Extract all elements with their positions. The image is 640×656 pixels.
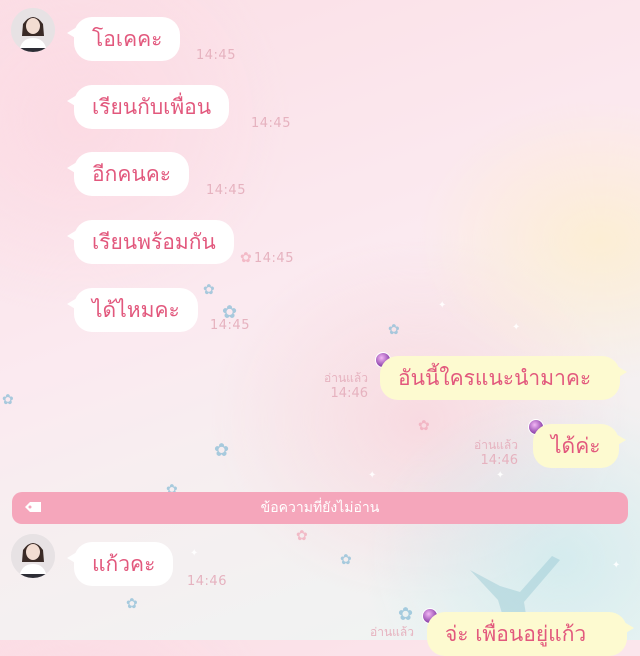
message-text: เรียนพร้อมกัน	[92, 230, 216, 254]
sparkle-icon: ✦	[496, 470, 505, 481]
message-text: ได้ไหมคะ	[92, 298, 180, 322]
message-bubble-outgoing[interactable]: อันนี้ใครแนะนำมาคะ	[380, 356, 627, 400]
message-bubble-outgoing[interactable]: ได้ค่ะ	[533, 424, 626, 468]
avatar-photo	[11, 8, 55, 52]
message-time: 14:45	[210, 318, 250, 333]
flower-icon: ✿	[203, 282, 215, 298]
flower-icon: ✿	[418, 418, 430, 434]
message-bubble-incoming[interactable]: เรียนกับเพื่อน	[66, 85, 230, 129]
flower-icon: ✿	[296, 528, 308, 544]
flower-icon: ✿	[240, 250, 252, 266]
message-text: จ่ะ เพื่อนอยู่แก้ว	[445, 622, 587, 646]
tag-icon	[25, 502, 41, 512]
avatar-photo	[11, 534, 55, 578]
avatar[interactable]	[11, 8, 55, 52]
message-text: อีกคนคะ	[92, 162, 172, 186]
flower-icon: ✿	[126, 596, 138, 612]
flower-icon: ✿	[214, 440, 230, 461]
message-time: 14:46	[330, 386, 368, 401]
message-meta: อ่านแล้ว	[346, 624, 414, 640]
message-text: ได้ค่ะ	[551, 434, 601, 458]
message-meta: อ่านแล้ว 14:46	[300, 370, 368, 402]
message-text: โอเคคะ	[92, 27, 163, 51]
unread-messages-divider: ข้อความที่ยังไม่อ่าน	[12, 492, 628, 524]
message-time: 14:45	[196, 48, 236, 63]
sparkle-icon: ✦	[438, 300, 447, 311]
message-time: 14:45	[254, 251, 294, 266]
message-bubble-incoming[interactable]: เรียนพร้อมกัน	[67, 220, 234, 264]
message-text: เรียนกับเพื่อน	[92, 95, 212, 119]
message-time: 14:45	[251, 116, 291, 131]
message-text: แก้วคะ	[92, 552, 156, 576]
message-bubble-incoming[interactable]: ได้ไหมคะ	[67, 288, 198, 332]
flower-icon: ✿	[398, 604, 414, 625]
flower-icon: ✿	[2, 392, 14, 408]
flower-icon: ✿	[388, 322, 400, 338]
message-bubble-outgoing[interactable]: จ่ะ เพื่อนอยู่แก้ว	[427, 612, 634, 656]
message-bubble-incoming[interactable]: แก้วคะ	[66, 542, 174, 586]
read-receipt: อ่านแล้ว	[324, 371, 368, 385]
read-receipt: อ่านแล้ว	[474, 438, 518, 452]
sparkle-icon: ✦	[368, 470, 377, 481]
sparkle-icon: ✦	[612, 560, 621, 571]
message-bubble-incoming[interactable]: โอเคคะ	[66, 17, 181, 61]
read-receipt: อ่านแล้ว	[370, 625, 414, 639]
message-time: 14:46	[480, 453, 518, 468]
sparkle-icon: ✦	[190, 548, 199, 559]
message-time: 14:46	[187, 574, 227, 589]
unread-divider-label: ข้อความที่ยังไม่อ่าน	[260, 500, 380, 516]
message-meta: อ่านแล้ว 14:46	[450, 437, 518, 469]
sparkle-icon: ✦	[512, 322, 521, 333]
message-text: อันนี้ใครแนะนำมาคะ	[398, 366, 592, 390]
avatar[interactable]	[11, 534, 55, 578]
message-bubble-incoming[interactable]: อีกคนคะ	[66, 152, 190, 196]
message-time: 14:45	[206, 183, 246, 198]
flower-icon: ✿	[340, 552, 352, 568]
